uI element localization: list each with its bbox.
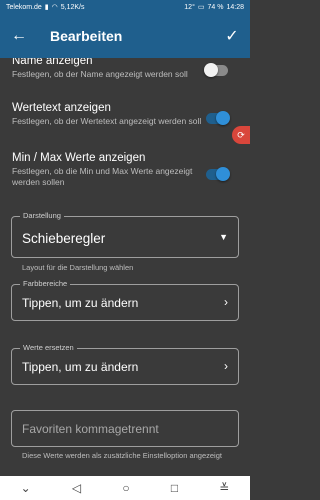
field-value: Tippen, um zu ändern xyxy=(22,360,139,374)
pref-label: Min / Max Werte anzeigen xyxy=(12,152,146,164)
darstellung-dropdown[interactable]: Darstellung Schieberegler ▼ xyxy=(11,211,239,258)
dropdown-arrow-icon: ▼ xyxy=(219,232,228,242)
page-title: Bearbeiten xyxy=(50,28,123,44)
pref-min-max-anzeigen[interactable]: Min / Max Werte anzeigen Festlegen, ob d… xyxy=(12,152,238,188)
favoriten-placeholder: Favoriten kommagetrennt xyxy=(22,422,159,436)
save-check-icon[interactable]: ✓ xyxy=(214,14,250,58)
field-legend: Farbbereiche xyxy=(20,279,71,289)
battery-label: 74 % xyxy=(207,3,224,11)
network-speed: 5,12K/s xyxy=(60,3,85,11)
temperature-label: 12° xyxy=(184,3,195,11)
status-bar: Telekom.de ▮ ◠ 5,12K/s 12° ▭ 74 % 14:28 xyxy=(0,0,250,14)
pref-name-anzeigen[interactable]: Name anzeigen Festlegen, ob der Name ang… xyxy=(12,58,238,80)
pref-label: Wertetext anzeigen xyxy=(12,102,111,114)
dropdown-value: Schieberegler xyxy=(22,231,106,246)
nav-back-icon[interactable]: ◁ xyxy=(72,481,81,495)
system-nav-bar: ⌄ ◁ ○ □ ≚ xyxy=(0,476,250,500)
toggle-knob xyxy=(216,167,230,181)
favoriten-input[interactable]: Favoriten kommagetrennt xyxy=(11,410,239,447)
field-legend: Darstellung xyxy=(20,211,64,221)
collapse-icon[interactable]: ⌄ xyxy=(21,481,31,495)
nav-home-icon[interactable]: ○ xyxy=(122,481,129,495)
toggle-knob xyxy=(204,63,218,77)
carrier-label: Telekom.de xyxy=(6,3,42,11)
wifi-icon: ◠ xyxy=(51,4,58,11)
min-max-anzeigen-toggle[interactable] xyxy=(206,167,230,181)
pref-description: Festlegen, ob die Min und Max Werte ange… xyxy=(12,166,193,187)
settings-list: Name anzeigen Festlegen, ob der Name ang… xyxy=(0,58,250,476)
nav-recents-icon[interactable]: □ xyxy=(171,481,178,495)
pref-description: Festlegen, ob der Wertetext angezeigt we… xyxy=(12,116,202,126)
wertetext-anzeigen-toggle[interactable] xyxy=(206,111,230,125)
chevron-right-icon: › xyxy=(224,359,228,373)
battery-icon: ▭ xyxy=(197,4,205,11)
field-value: Tippen, um zu ändern xyxy=(22,296,139,310)
signal-icon: ▮ xyxy=(44,4,49,11)
time-label: 14:28 xyxy=(226,3,244,11)
chevron-right-icon: › xyxy=(224,295,228,309)
favoriten-helper: Diese Werte werden als zusätzliche Einst… xyxy=(22,451,222,460)
app-bar: ← Bearbeiten ✓ xyxy=(0,14,250,58)
field-legend: Werte ersetzen xyxy=(20,343,77,353)
pref-wertetext-anzeigen[interactable]: Wertetext anzeigen Festlegen, ob der Wer… xyxy=(12,102,238,127)
nav-menu-icon[interactable]: ≚ xyxy=(219,481,229,495)
werte-ersetzen-field[interactable]: Werte ersetzen Tippen, um zu ändern › xyxy=(11,343,239,385)
farbbereiche-field[interactable]: Farbbereiche Tippen, um zu ändern › xyxy=(11,279,239,321)
name-anzeigen-toggle[interactable] xyxy=(204,63,228,77)
darstellung-helper: Layout für die Darstellung wählen xyxy=(22,263,134,272)
floating-action-icon[interactable]: ⟳ xyxy=(232,126,250,144)
toggle-knob xyxy=(216,111,230,125)
back-arrow-icon[interactable]: ← xyxy=(0,14,38,58)
